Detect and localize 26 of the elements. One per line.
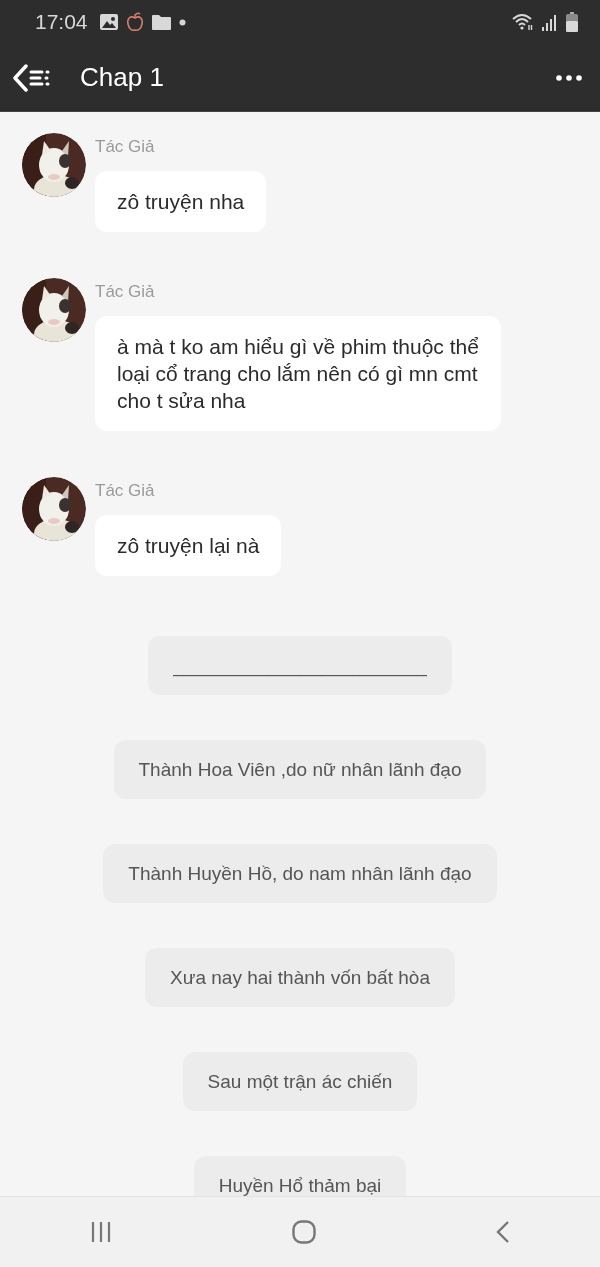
signal-icon	[542, 13, 558, 31]
author-name: Tác Giả	[95, 137, 155, 157]
dot-icon	[178, 18, 186, 26]
status-time: 17:04	[35, 10, 88, 34]
narration-bubble: Xưa nay hai thành vốn bất hòa	[145, 948, 455, 1007]
narration-bubble: Huyền Hổ thảm bại	[193, 1156, 407, 1196]
apple-icon	[125, 12, 144, 32]
folder-icon	[151, 14, 171, 30]
wifi-icon	[512, 13, 534, 31]
narration-bubble: Sau một trận ác chiến	[182, 1052, 418, 1111]
message-bubble: à mà t ko am hiểu gì về phim thuộc thể loại cổ trang cho lắm nên có gì mn cmt cho t sửa nha	[95, 316, 501, 431]
narration-bubble: Thành Hoa Viên ,do nữ nhân lãnh đạo	[113, 740, 487, 799]
message-bubble: zô truyện lại nà	[95, 515, 282, 576]
back-icon[interactable]	[496, 1220, 510, 1244]
image-icon	[99, 14, 118, 30]
home-icon[interactable]	[292, 1220, 316, 1244]
battery-icon	[566, 12, 578, 32]
author-name: Tác Giả	[95, 481, 155, 501]
author-name: Tác Giả	[95, 282, 155, 302]
recents-icon[interactable]	[90, 1221, 112, 1243]
more-icon[interactable]	[556, 74, 582, 81]
message-bubble: zô truyện nha	[95, 171, 267, 232]
narration-bubble: Thành Huyền Hồ, do nam nhân lãnh đạo	[103, 844, 497, 903]
back-menu-icon[interactable]	[12, 63, 52, 92]
narration-bubble: ________________________	[148, 636, 452, 695]
chapter-title: Chap 1	[80, 62, 164, 93]
